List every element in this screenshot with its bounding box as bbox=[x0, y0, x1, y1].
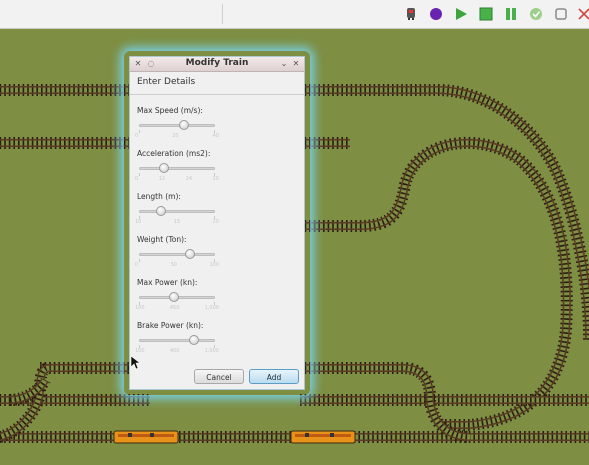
tick-label: 20 bbox=[212, 219, 219, 225]
tick-label: 450 bbox=[169, 305, 180, 311]
train-left[interactable] bbox=[113, 430, 179, 444]
slider-track[interactable] bbox=[139, 253, 215, 256]
toolbar bbox=[0, 0, 589, 29]
field-label: Max Speed (m/s): bbox=[137, 106, 203, 115]
slider-tick-labels: 0 50 100 bbox=[135, 262, 219, 268]
divider bbox=[130, 94, 304, 95]
slider-knob[interactable] bbox=[158, 163, 169, 173]
tick-label: 15 bbox=[173, 219, 181, 225]
value-slider[interactable]: 0 50 100 bbox=[135, 244, 219, 268]
stop-icon[interactable] bbox=[477, 5, 495, 23]
restore-icon[interactable] bbox=[552, 5, 570, 23]
tick-label: 10 bbox=[135, 219, 142, 225]
tick-label: 20 bbox=[172, 133, 179, 139]
dialog-close-icon[interactable]: ✕ bbox=[291, 59, 301, 69]
train-icon[interactable] bbox=[402, 5, 420, 23]
record-icon[interactable] bbox=[427, 5, 445, 23]
value-slider[interactable]: 0 12 24 20 bbox=[135, 158, 219, 182]
tick-label: 24 bbox=[185, 176, 193, 182]
check-icon[interactable] bbox=[527, 5, 545, 23]
toolbar-separator bbox=[222, 4, 223, 24]
tick-label: 0 bbox=[135, 133, 139, 139]
tick-label: 0 bbox=[135, 176, 139, 182]
slider-tick-labels: 0 20 40 bbox=[135, 133, 219, 139]
value-slider[interactable]: 100 400 1,000 bbox=[135, 330, 219, 354]
tick-label: 0 bbox=[135, 262, 139, 268]
add-button[interactable]: Add bbox=[249, 369, 299, 384]
slider-tick-labels: 100 400 1,000 bbox=[135, 348, 219, 354]
field-label: Weight (Ton): bbox=[137, 235, 187, 244]
field-label: Length (m): bbox=[137, 192, 181, 201]
close-icon[interactable] bbox=[575, 5, 589, 23]
track-loop bbox=[300, 136, 573, 431]
tick-label: 50 bbox=[170, 262, 177, 268]
tick-label: 1,000 bbox=[204, 348, 219, 354]
tick-label: 100 bbox=[135, 305, 145, 311]
dialog-title: Modify Train bbox=[185, 58, 249, 68]
train-right[interactable] bbox=[290, 430, 356, 444]
value-slider[interactable]: 10 15 20 bbox=[135, 201, 219, 225]
slider-track[interactable] bbox=[139, 167, 215, 170]
minimize-icon[interactable]: ⌄ bbox=[279, 59, 289, 69]
slider-knob[interactable] bbox=[185, 249, 196, 259]
slider-track[interactable] bbox=[139, 124, 215, 127]
slider-track[interactable] bbox=[139, 210, 215, 213]
tick-label: 100 bbox=[209, 262, 219, 268]
tick-label: 40 bbox=[212, 133, 219, 139]
field-label: Brake Power (kn): bbox=[137, 321, 204, 330]
value-slider[interactable]: 100 450 1,000 bbox=[135, 287, 219, 311]
tick-label: 20 bbox=[212, 176, 219, 182]
modify-train-dialog: ✕ ◌ Modify Train ⌄ ✕ Enter Details Max S… bbox=[129, 56, 305, 390]
dialog-titlebar[interactable]: ✕ ◌ Modify Train ⌄ ✕ bbox=[130, 57, 304, 72]
slider-track[interactable] bbox=[139, 339, 215, 342]
cancel-button[interactable]: Cancel bbox=[194, 369, 244, 384]
section-title: Enter Details bbox=[137, 77, 196, 87]
field-label: Acceleration (ms2): bbox=[137, 149, 211, 158]
tick-label: 400 bbox=[169, 348, 180, 354]
slider-knob[interactable] bbox=[188, 335, 199, 345]
slider-tick-labels: 100 450 1,000 bbox=[135, 305, 219, 311]
tick-label: 12 bbox=[158, 176, 166, 182]
play-icon[interactable] bbox=[452, 5, 470, 23]
slider-knob[interactable] bbox=[155, 206, 166, 216]
tick-label: 1,000 bbox=[204, 305, 219, 311]
field-label: Max Power (kn): bbox=[137, 278, 198, 287]
slider-tick-labels: 0 12 24 20 bbox=[135, 176, 219, 182]
value-slider[interactable]: 0 20 40 bbox=[135, 115, 219, 139]
tick-label: 100 bbox=[135, 348, 145, 354]
slider-knob[interactable] bbox=[178, 120, 189, 130]
slider-knob[interactable] bbox=[168, 292, 179, 302]
mouse-pointer-icon bbox=[131, 356, 141, 370]
slider-tick-labels: 10 15 20 bbox=[135, 219, 219, 225]
pause-icon[interactable] bbox=[502, 5, 520, 23]
track-top-right bbox=[300, 84, 589, 340]
